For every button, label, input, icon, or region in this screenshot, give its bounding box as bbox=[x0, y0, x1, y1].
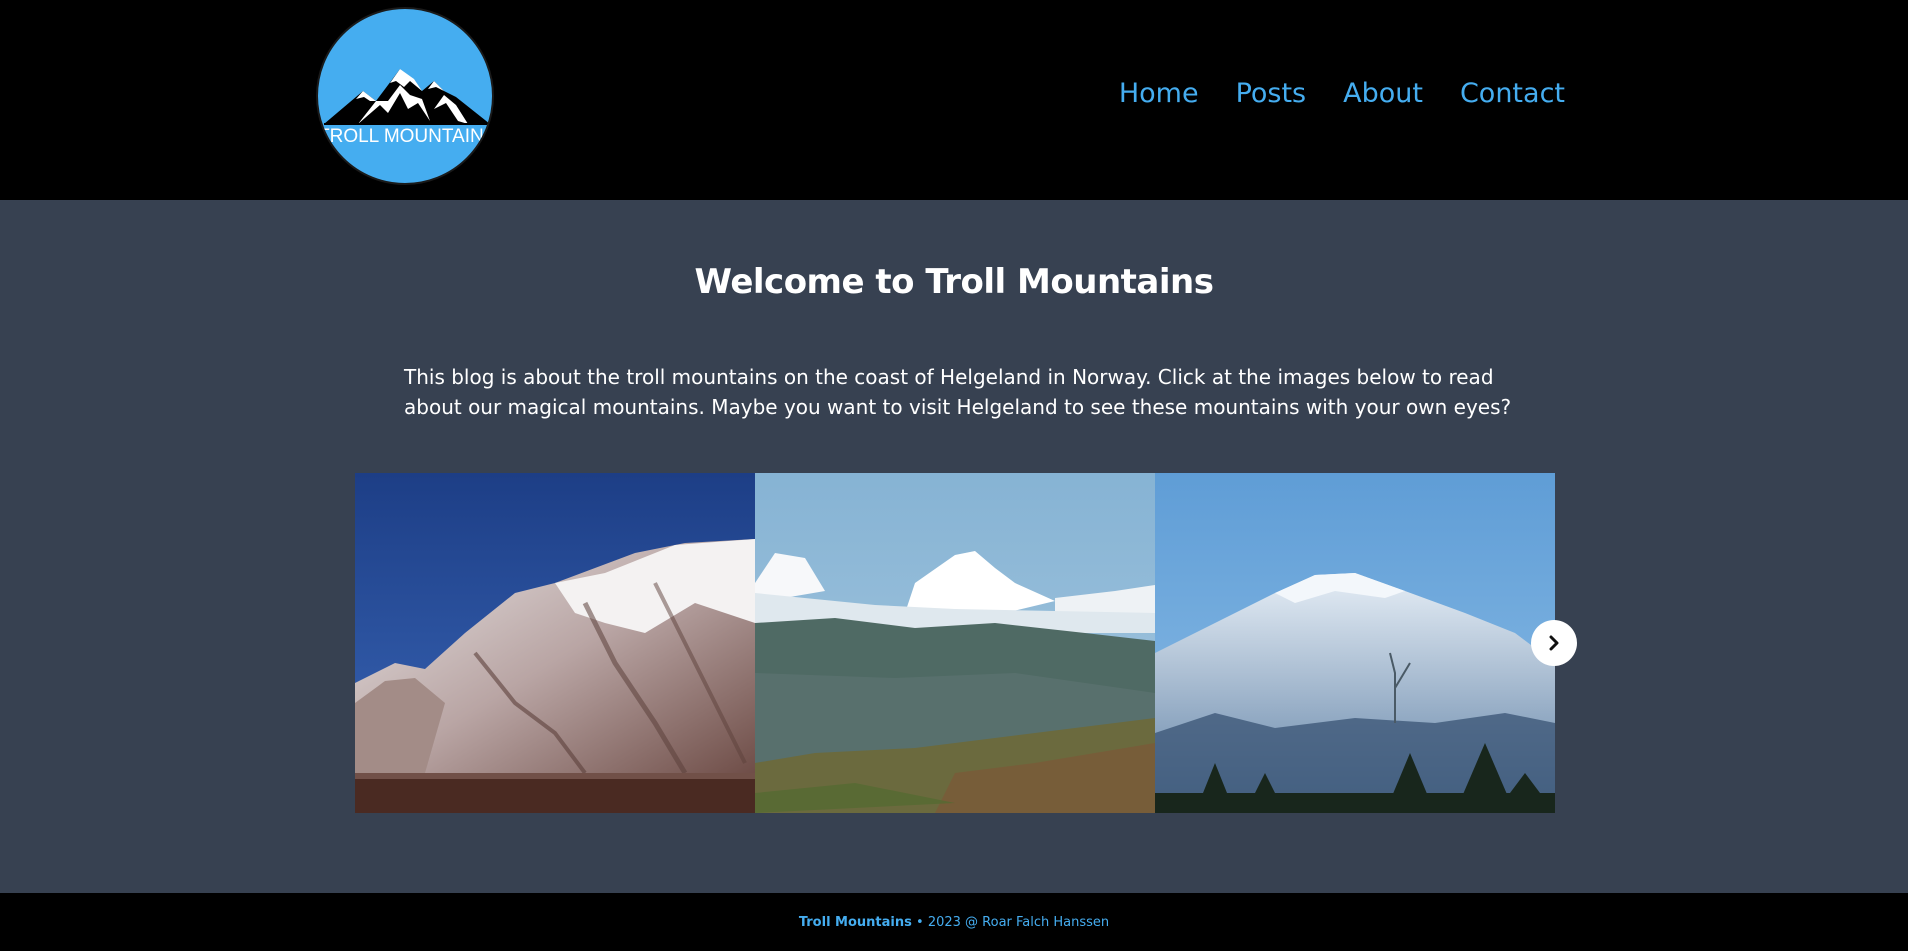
carousel-next-button[interactable] bbox=[1531, 620, 1577, 666]
carousel-slide-snow-covered-hill[interactable] bbox=[1155, 473, 1555, 813]
mountain-photo-3 bbox=[1155, 473, 1555, 813]
carousel-slide-glacier-peak-valley[interactable] bbox=[755, 473, 1155, 813]
main-nav: Home Posts About Contact bbox=[1119, 80, 1565, 107]
nav-contact[interactable]: Contact bbox=[1460, 80, 1565, 107]
main-content: Welcome to Troll Mountains This blog is … bbox=[0, 200, 1908, 893]
mountain-photo-2 bbox=[755, 473, 1155, 813]
image-carousel bbox=[355, 473, 1555, 813]
footer-brand: Troll Mountains bbox=[798, 915, 912, 930]
page-title: Welcome to Troll Mountains bbox=[694, 262, 1214, 302]
chevron-right-icon bbox=[1549, 635, 1559, 651]
footer-copyright: 2023 @ Roar Falch Hanssen bbox=[927, 915, 1110, 930]
intro-text: This blog is about the troll mountains o… bbox=[404, 365, 1512, 419]
mountain-photo-1 bbox=[355, 473, 755, 813]
site-footer: Troll Mountains • 2023 @ Roar Falch Hans… bbox=[0, 893, 1908, 951]
nav-posts[interactable]: Posts bbox=[1236, 80, 1307, 107]
site-header: TROLL MOUNTAINS Home Posts About Contact bbox=[0, 0, 1908, 200]
nav-about[interactable]: About bbox=[1343, 80, 1423, 107]
carousel-slide-snowy-fjord-mountain[interactable] bbox=[355, 473, 755, 813]
logo-text: TROLL MOUNTAINS bbox=[318, 126, 494, 147]
troll-mountains-logo[interactable]: TROLL MOUNTAINS bbox=[316, 7, 494, 185]
mountain-logo-icon bbox=[324, 69, 490, 125]
footer-separator: • bbox=[916, 915, 924, 930]
footer-text: Troll Mountains • 2023 @ Roar Falch Hans… bbox=[0, 915, 1908, 930]
nav-home[interactable]: Home bbox=[1119, 80, 1199, 107]
